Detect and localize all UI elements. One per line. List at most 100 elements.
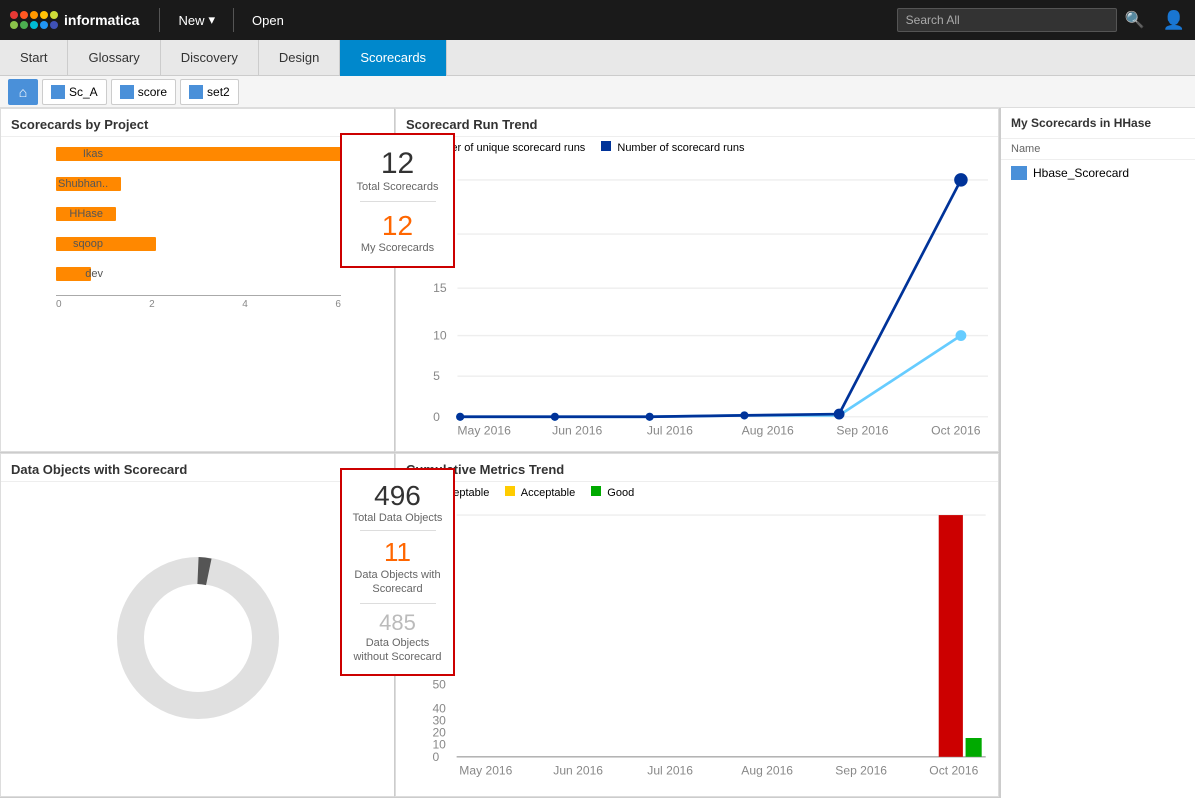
scorecard-run-trend: Scorecard Run Trend Number of unique sco…	[395, 108, 999, 452]
tab-start[interactable]: Start	[0, 40, 68, 76]
app-logo: informatica	[10, 11, 139, 29]
bar-unacceptable-oct	[939, 515, 963, 757]
svg-text:Aug 2016: Aug 2016	[742, 423, 794, 437]
axis-4: 4	[242, 299, 248, 310]
with-scorecard-number: 11	[350, 537, 445, 568]
open-tab-sc-a-label: Sc_A	[69, 85, 98, 99]
scorecards-by-project-title: Scorecards by Project	[1, 109, 394, 137]
svg-text:Aug 2016: Aug 2016	[741, 763, 793, 777]
bar-row-shubhan: Shubhan..	[56, 175, 384, 193]
stats-bottom-box: 496 Total Data Objects 11 Data Objects w…	[340, 468, 455, 676]
svg-text:Oct 2016: Oct 2016	[929, 763, 978, 777]
cumulative-metrics-title: Cumulative Metrics Trend	[396, 454, 998, 482]
tab-discovery[interactable]: Discovery	[161, 40, 259, 76]
open-button[interactable]: Open	[244, 13, 292, 28]
cumulative-chart-area: 120 110 100 90 80 70 60 50 40 30 20 10 0	[396, 503, 998, 785]
open-tab-score-label: score	[138, 85, 167, 99]
legend-dot-good	[591, 486, 601, 496]
scorecard-icon	[51, 85, 65, 99]
legend-acceptable: Acceptable	[505, 486, 575, 499]
scorecard-icon-3	[189, 85, 203, 99]
scorecards-by-project: Scorecards by Project Ikas Shubhan..	[0, 108, 395, 452]
stats-divider	[360, 201, 436, 202]
donut-container	[1, 482, 394, 794]
sidebar-title: My Scorecards in HHase	[1001, 108, 1195, 139]
bar-label-sqoop: sqoop	[58, 238, 103, 250]
open-tabs-bar: ⌂ Sc_A score set2	[0, 76, 1195, 108]
axis-6: 6	[335, 299, 341, 310]
bar-row-sqoop: sqoop	[56, 235, 384, 253]
navbar: informatica New ▾ Open 🔍 👤	[0, 0, 1195, 40]
svg-text:May 2016: May 2016	[459, 763, 512, 777]
cumulative-metrics-legend: Unacceptable Acceptable Good	[396, 482, 998, 503]
svg-text:0: 0	[432, 750, 439, 764]
scorecard-icon-2	[120, 85, 134, 99]
stats-bottom-divider1	[360, 530, 436, 531]
data-objects-title: Data Objects with Scorecard	[1, 454, 394, 482]
svg-text:Oct 2016: Oct 2016	[931, 423, 981, 437]
bar-row-hhase: HHase	[56, 205, 384, 223]
legend-item-all: Number of scorecard runs	[601, 141, 744, 154]
right-sidebar: My Scorecards in HHase Name Hbase_Scorec…	[1000, 108, 1195, 798]
sidebar-scorecard-icon	[1011, 166, 1027, 180]
open-tab-set2[interactable]: set2	[180, 79, 239, 105]
total-scorecards-number: 12	[350, 147, 445, 181]
my-scorecards-number: 12	[350, 210, 445, 242]
tab-design[interactable]: Design	[259, 40, 340, 76]
svg-text:10: 10	[433, 329, 447, 343]
total-data-objects-number: 496	[350, 480, 445, 512]
new-button[interactable]: New ▾	[170, 12, 223, 28]
svg-text:May 2016: May 2016	[457, 423, 511, 437]
open-tab-sc-a[interactable]: Sc_A	[42, 79, 107, 105]
legend-dot-acceptable	[505, 486, 515, 496]
svg-text:Jun 2016: Jun 2016	[553, 763, 603, 777]
open-tab-score[interactable]: score	[111, 79, 176, 105]
total-data-objects-label: Total Data Objects	[350, 512, 445, 524]
bar-row-dev: dev	[56, 265, 384, 283]
without-scorecard-label: Data Objects without Scorecard	[350, 636, 445, 665]
bar-label-dev: dev	[58, 268, 103, 280]
legend-dot-all	[601, 141, 611, 151]
bar-row-ikas: Ikas	[56, 145, 384, 163]
scorecard-run-trend-legend: Number of unique scorecard runs Number o…	[396, 137, 998, 158]
svg-text:0: 0	[433, 410, 440, 424]
run-trend-chart-area: 25 20 15 10 5 0 May 2016	[396, 158, 998, 440]
navbar-divider	[159, 8, 160, 32]
tab-scorecards[interactable]: Scorecards	[340, 40, 447, 76]
user-icon[interactable]: 👤	[1163, 10, 1185, 31]
tab-glossary[interactable]: Glossary	[68, 40, 160, 76]
donut-svg	[108, 548, 288, 728]
axis-2: 2	[149, 299, 155, 310]
left-panel: Scorecards by Project Ikas Shubhan..	[0, 108, 1000, 798]
svg-text:Jul 2016: Jul 2016	[647, 763, 693, 777]
svg-text:5: 5	[433, 369, 440, 383]
search-button[interactable]: 🔍	[1125, 10, 1145, 30]
svg-text:Jun 2016: Jun 2016	[552, 423, 602, 437]
bar-good-oct	[966, 738, 982, 757]
svg-text:50: 50	[432, 677, 446, 691]
cumulative-metrics: Cumulative Metrics Trend Unacceptable Ac…	[395, 453, 999, 797]
search-input[interactable]	[897, 8, 1117, 32]
home-tab[interactable]: ⌂	[8, 79, 38, 105]
bar-label-ikas: Ikas	[58, 148, 103, 160]
bottom-dashboard-row: Data Objects with Scorecard 496 Total Da…	[0, 453, 999, 798]
stats-bottom-divider2	[360, 603, 436, 604]
open-tab-set2-label: set2	[207, 85, 230, 99]
logo-dots	[10, 11, 58, 29]
without-scorecard-number: 485	[350, 610, 445, 636]
bar-axis: 0 2 4 6	[56, 295, 341, 310]
tabbar: Start Glossary Discovery Design Scorecar…	[0, 40, 1195, 76]
sidebar-item-hbase[interactable]: Hbase_Scorecard	[1001, 160, 1195, 186]
my-scorecards-label: My Scorecards	[350, 242, 445, 254]
logo-text: informatica	[64, 12, 139, 28]
bar-label-shubhan: Shubhan..	[58, 178, 103, 190]
cumulative-svg: 120 110 100 90 80 70 60 50 40 30 20 10 0	[406, 503, 988, 785]
sidebar-col-header: Name	[1001, 139, 1195, 160]
sidebar-item-label: Hbase_Scorecard	[1033, 166, 1129, 180]
navbar-divider-2	[233, 8, 234, 32]
svg-text:Sep 2016: Sep 2016	[836, 423, 888, 437]
total-scorecards-label: Total Scorecards	[350, 181, 445, 193]
svg-text:Jul 2016: Jul 2016	[647, 423, 693, 437]
top-dashboard-row: Scorecards by Project Ikas Shubhan..	[0, 108, 999, 453]
scorecard-run-trend-title: Scorecard Run Trend	[396, 109, 998, 137]
